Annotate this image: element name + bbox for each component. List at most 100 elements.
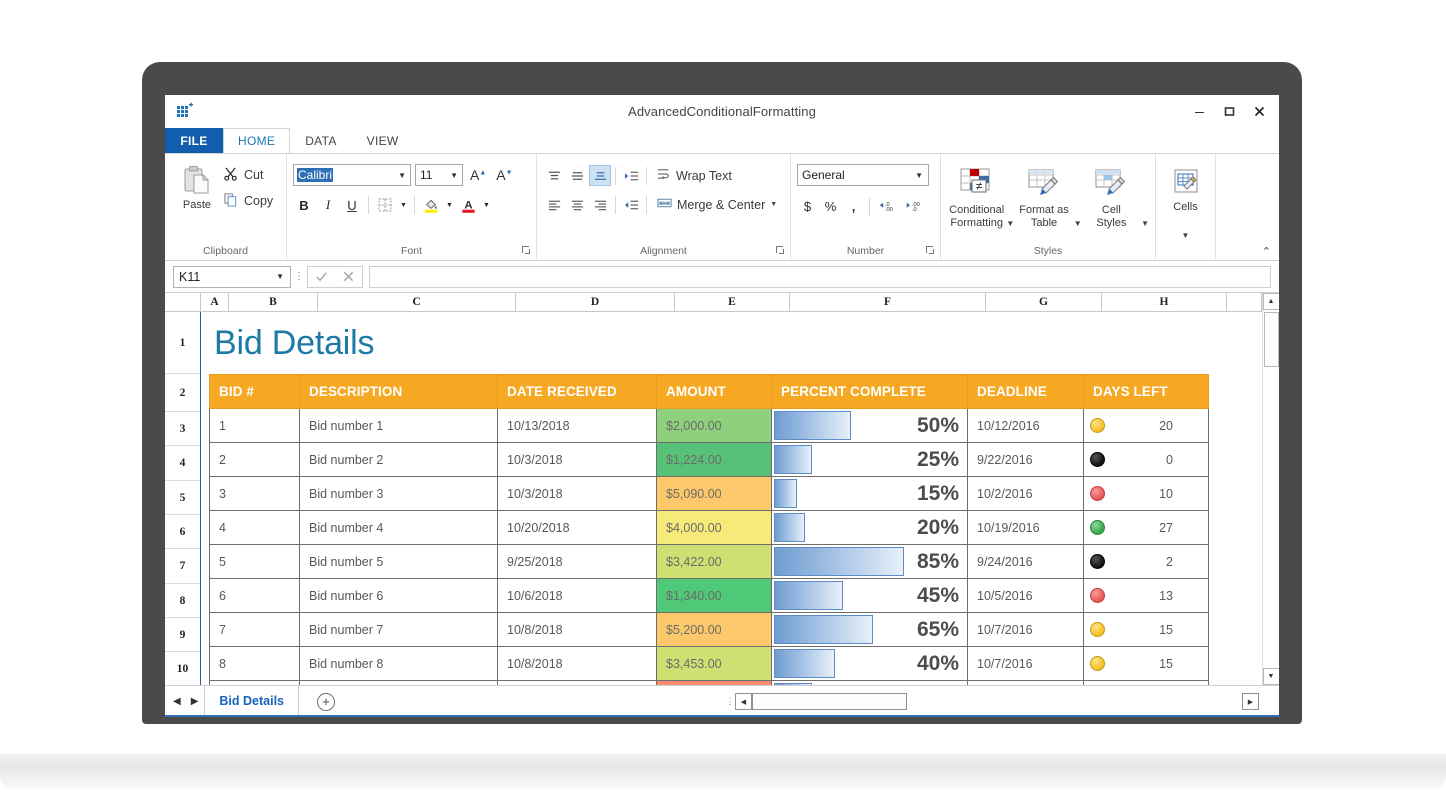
fill-color-icon[interactable]	[420, 194, 442, 216]
cell-bid[interactable]: 6	[210, 579, 300, 613]
cell-amount[interactable]: $1,224.00	[657, 443, 772, 477]
cell-amount[interactable]: $3,422.00	[657, 545, 772, 579]
table-row[interactable]: 4Bid number 410/20/2018$4,000.0020%10/19…	[210, 511, 1209, 545]
borders-dropdown[interactable]: ▼	[398, 194, 409, 216]
row-header-9[interactable]: 9	[165, 618, 200, 652]
number-format-select[interactable]: General ▼	[797, 164, 929, 186]
tab-file[interactable]: FILE	[165, 128, 223, 153]
select-all-corner[interactable]	[165, 293, 201, 312]
cell-amount[interactable]: $2,000.00	[657, 409, 772, 443]
italic-button[interactable]: I	[317, 194, 339, 216]
cancel-icon[interactable]	[335, 267, 362, 287]
cell-description[interactable]: Bid number 5	[300, 545, 498, 579]
align-middle-icon[interactable]	[566, 165, 588, 186]
cell-amount[interactable]: $5,200.00	[657, 613, 772, 647]
minimize-button[interactable]	[1185, 99, 1213, 123]
tab-home[interactable]: HOME	[223, 128, 290, 153]
row-header-1[interactable]: 1	[165, 312, 200, 374]
cell-date-received[interactable]: 10/8/2018	[498, 613, 657, 647]
scroll-up-button[interactable]: ▲	[1263, 293, 1280, 310]
vertical-scrollbar[interactable]: ▲ ▼	[1262, 293, 1279, 685]
percent-format-button[interactable]: %	[820, 196, 841, 217]
align-right-icon[interactable]	[589, 194, 611, 215]
tab-view[interactable]: VIEW	[352, 128, 414, 153]
cell-date-received[interactable]: 10/8/2018	[498, 647, 657, 681]
cell-date-received[interactable]: 9/25/2018	[498, 545, 657, 579]
column-header-h[interactable]: H	[1102, 293, 1227, 312]
table-row[interactable]: 6Bid number 610/6/2018$1,340.0045%10/5/2…	[210, 579, 1209, 613]
cell-days-left[interactable]: 15	[1084, 647, 1209, 681]
next-sheet-button[interactable]: ▶	[191, 696, 199, 707]
table-row[interactable]: 7Bid number 710/8/2018$5,200.0065%10/7/2…	[210, 613, 1209, 647]
cell-deadline[interactable]: 10/12/2016	[968, 409, 1084, 443]
cell-date-received[interactable]: 10/6/2018	[498, 579, 657, 613]
cell-bid[interactable]: 1	[210, 409, 300, 443]
table-row[interactable]: 2Bid number 210/3/2018$1,224.0025%9/22/2…	[210, 443, 1209, 477]
table-row[interactable]: 3Bid number 310/3/2018$5,090.0015%10/2/2…	[210, 477, 1209, 511]
row-header-6[interactable]: 6	[165, 515, 200, 549]
vertical-scroll-thumb[interactable]	[1264, 312, 1279, 367]
cell-days-left[interactable]: 20	[1084, 409, 1209, 443]
number-dialog-launcher-icon[interactable]	[926, 246, 935, 257]
grow-font-button[interactable]: A▲	[467, 167, 489, 183]
cell-description[interactable]: Bid number 6	[300, 579, 498, 613]
formula-input[interactable]	[369, 266, 1271, 288]
chevron-down-icon[interactable]: ▼	[915, 171, 923, 180]
cell-description[interactable]: Bid number 1	[300, 409, 498, 443]
cell-bid[interactable]: 8	[210, 647, 300, 681]
decrease-decimal-icon[interactable]: .00 .0	[902, 196, 927, 217]
comma-format-button[interactable]: ,	[843, 196, 864, 217]
chevron-down-icon[interactable]: ▼	[450, 171, 458, 180]
align-left-icon[interactable]	[543, 194, 565, 215]
cell-amount[interactable]: $5,090.00	[657, 477, 772, 511]
cell-percent-complete[interactable]: 85%	[772, 545, 968, 579]
font-color-dropdown[interactable]: ▼	[481, 194, 492, 216]
bold-button[interactable]: B	[293, 194, 315, 216]
row-header-2[interactable]: 2	[165, 374, 200, 412]
horizontal-scroll-thumb[interactable]	[752, 693, 907, 710]
increase-indent-icon[interactable]	[620, 165, 642, 186]
copy-button[interactable]: Copy	[223, 192, 273, 210]
row-header-7[interactable]: 7	[165, 549, 200, 584]
cell-percent-complete[interactable]: 50%	[772, 409, 968, 443]
cell-percent-complete[interactable]: 15%	[772, 477, 968, 511]
collapse-ribbon-icon[interactable]: ⌃	[1262, 245, 1271, 258]
table-row[interactable]: 1Bid number 110/13/2018$2,000.0050%10/12…	[210, 409, 1209, 443]
cell-bid[interactable]: 4	[210, 511, 300, 545]
alignment-dialog-launcher-icon[interactable]	[776, 246, 785, 257]
row-header-4[interactable]: 4	[165, 446, 200, 481]
close-button[interactable]	[1245, 99, 1273, 123]
column-header-blank[interactable]	[1227, 293, 1262, 312]
row-header-5[interactable]: 5	[165, 481, 200, 515]
font-color-icon[interactable]: A	[457, 194, 479, 216]
sheet-tab-bid-details[interactable]: Bid Details	[204, 686, 299, 717]
cell-date-received[interactable]: 10/3/2018	[498, 443, 657, 477]
cell-days-left[interactable]: 27	[1084, 511, 1209, 545]
increase-decimal-icon[interactable]: .0 .00	[875, 196, 900, 217]
column-header-e[interactable]: E	[675, 293, 790, 312]
cell-date-received[interactable]: 10/20/2018	[498, 511, 657, 545]
column-header-a[interactable]: A	[201, 293, 229, 312]
row-header-8[interactable]: 8	[165, 584, 200, 618]
scrollbar-resize-handle[interactable]: ⋮	[725, 700, 735, 703]
align-top-icon[interactable]	[543, 165, 565, 186]
format-as-table-dropdown[interactable]: ▼	[1074, 193, 1082, 228]
cell-percent-complete[interactable]: 25%	[772, 443, 968, 477]
wrap-text-button[interactable]: Wrap Text	[651, 167, 732, 184]
cell-percent-complete[interactable]: 20%	[772, 511, 968, 545]
decrease-indent-icon[interactable]	[620, 194, 642, 215]
shrink-font-button[interactable]: A▼	[493, 167, 515, 183]
cell-deadline[interactable]: 9/24/2016	[968, 545, 1084, 579]
cell-deadline[interactable]: 10/7/2016	[968, 647, 1084, 681]
cell-days-left[interactable]: 2	[1084, 545, 1209, 579]
cell-days-left[interactable]: 13	[1084, 579, 1209, 613]
horizontal-scrollbar[interactable]: ⋮ ◀ ▶	[725, 686, 1259, 717]
cell-description[interactable]: Bid number 2	[300, 443, 498, 477]
cell-description[interactable]: Bid number 7	[300, 613, 498, 647]
cell-deadline[interactable]: 10/7/2016	[968, 613, 1084, 647]
hscroll-right-button[interactable]: ▶	[1242, 693, 1259, 710]
align-bottom-icon[interactable]	[589, 165, 611, 186]
chevron-down-icon[interactable]: ▼	[398, 171, 406, 180]
cell-percent-complete[interactable]: 45%	[772, 579, 968, 613]
cells-dropdown[interactable]: ▼	[1156, 231, 1215, 240]
